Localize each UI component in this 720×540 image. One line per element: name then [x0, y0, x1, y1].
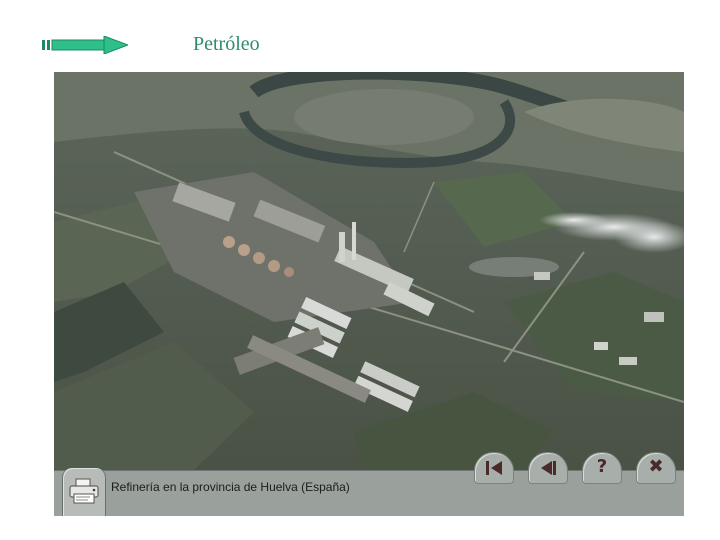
close-button[interactable]: ✖ [636, 452, 676, 484]
print-button[interactable] [62, 468, 106, 516]
question-icon: ? [596, 456, 608, 477]
skip-back-icon [486, 461, 502, 475]
previous-button[interactable] [528, 452, 568, 484]
close-icon: ✖ [648, 456, 664, 477]
printer-icon [69, 478, 99, 504]
help-button[interactable]: ? [582, 452, 622, 484]
photo-caption: Refinería en la provincia de Huelva (Esp… [111, 480, 350, 494]
first-button[interactable] [474, 452, 514, 484]
play-back-icon [541, 461, 556, 475]
refinery-photo [54, 72, 684, 470]
forward-arrow-icon[interactable] [42, 36, 128, 54]
page-title: Petróleo [193, 33, 260, 55]
